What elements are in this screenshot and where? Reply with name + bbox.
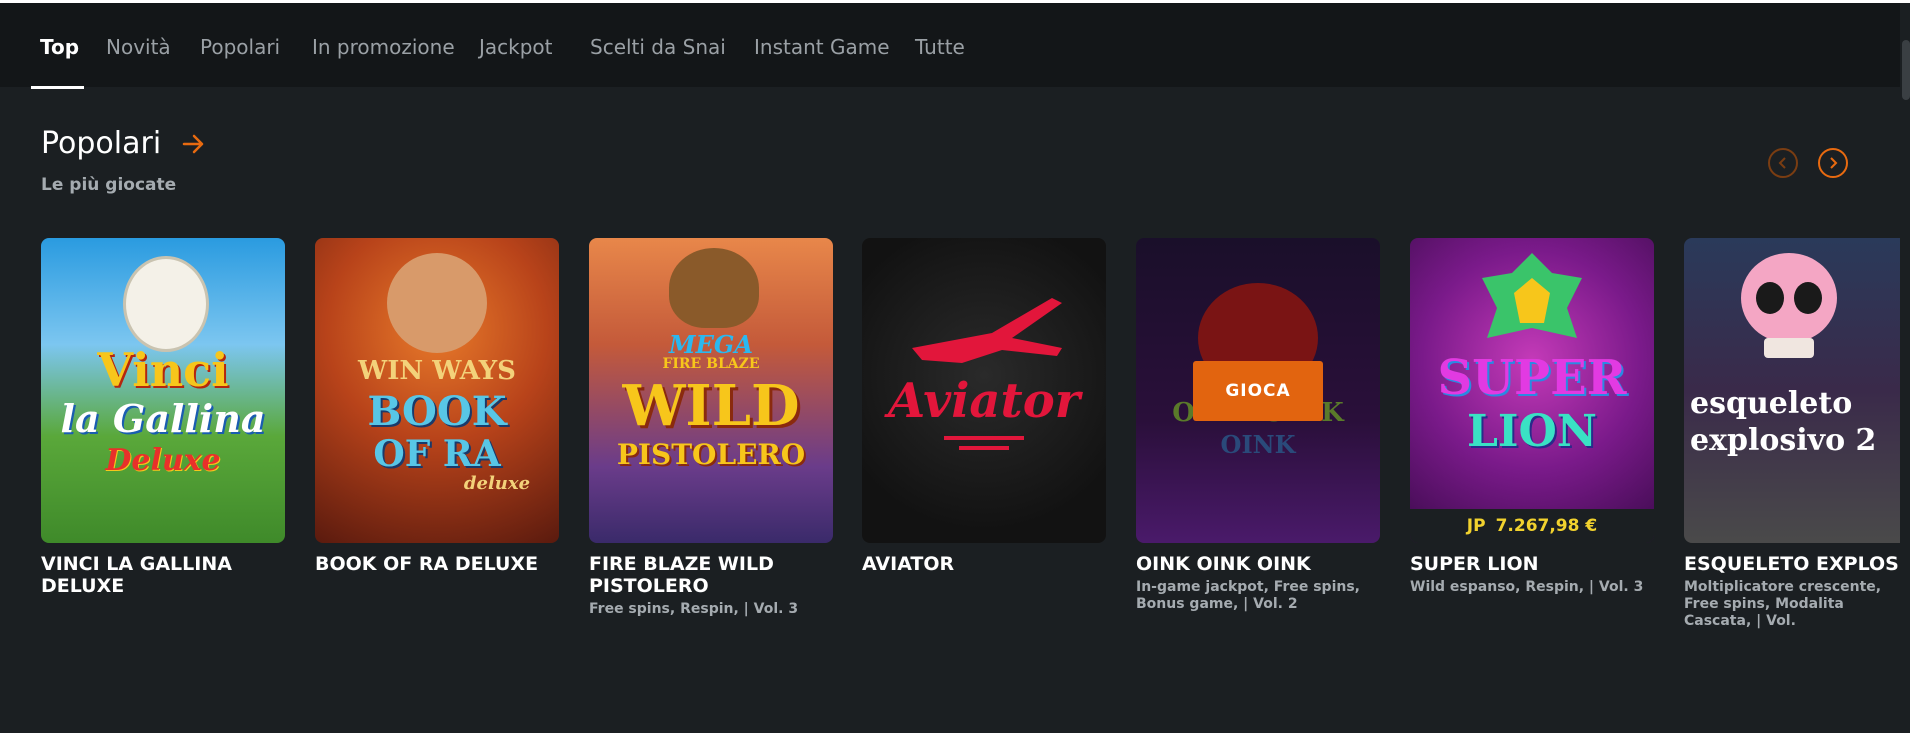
- jackpot-label: JP: [1466, 516, 1486, 536]
- tab-top[interactable]: Top: [40, 35, 79, 59]
- game-card[interactable]: esqueleto explosivo 2 ESQUELETO EXPLOSIV…: [1684, 238, 1900, 630]
- logo-line: BOOK: [367, 388, 507, 435]
- game-card[interactable]: WIN WAYS BOOK OF RA deluxe BOOK OF RA DE…: [315, 238, 559, 575]
- logo-line: LION: [1466, 406, 1598, 457]
- chevron-left-icon: [1778, 157, 1786, 169]
- game-title[interactable]: BOOK OF RA DELUXE: [315, 553, 559, 575]
- airplane-icon: [912, 298, 1062, 363]
- chicken-mascot-icon: [123, 256, 209, 352]
- game-card[interactable]: MEGA FIRE BLAZE WILD PISTOLERO FIRE BLAZ…: [589, 238, 833, 618]
- game-title[interactable]: ESQUELETO EXPLOSIVO: [1684, 553, 1900, 575]
- logo-line: Aviator: [888, 373, 1080, 429]
- arrow-right-icon[interactable]: [180, 130, 208, 158]
- carousel-next-button[interactable]: [1818, 148, 1848, 178]
- cowboy-hat-icon: [669, 248, 759, 328]
- jackpot-value: 7.267,98 €: [1495, 516, 1598, 536]
- game-thumbnail[interactable]: esqueleto explosivo 2: [1684, 238, 1900, 543]
- game-features: Moltiplicatore crescente, Free spins, Mo…: [1684, 579, 1882, 629]
- category-tabs: Top Novità Popolari In promozione Jackpo…: [0, 3, 1900, 89]
- section-title: Popolari: [41, 126, 162, 161]
- game-thumbnail[interactable]: SUPER LION JP 7.267,98 €: [1410, 238, 1654, 543]
- lion-head-icon: [1482, 253, 1582, 338]
- logo-line: WIN WAYS: [358, 356, 516, 386]
- tab-tutte[interactable]: Tutte: [915, 35, 965, 59]
- game-features: Free spins, Respin, | Vol. 3: [589, 601, 799, 617]
- game-card[interactable]: Aviator AVIATOR: [862, 238, 1106, 575]
- game-thumbnail[interactable]: OINK OINK OINK GIOCA: [1136, 238, 1380, 543]
- game-card[interactable]: Vinci la Gallina Deluxe VINCI LA GALLINA…: [41, 238, 285, 597]
- game-card[interactable]: OINK OINK OINK GIOCA OINK OINK OINK In-g…: [1136, 238, 1380, 613]
- logo-line: la Gallina: [60, 396, 266, 441]
- tab-novita[interactable]: Novità: [106, 35, 171, 59]
- game-title[interactable]: VINCI LA GALLINA DELUXE: [41, 553, 285, 597]
- logo-line: explosivo 2: [1690, 423, 1877, 458]
- tab-in-promozione[interactable]: In promozione: [312, 35, 455, 59]
- game-title[interactable]: OINK OINK OINK: [1136, 553, 1380, 575]
- active-tab-indicator: [31, 86, 84, 89]
- logo-line: FIRE BLAZE: [662, 356, 760, 372]
- skull-icon: [1741, 253, 1837, 358]
- game-title[interactable]: SUPER LION: [1410, 553, 1654, 575]
- jackpot-bar: JP 7.267,98 €: [1410, 509, 1654, 543]
- logo-line: SUPER: [1437, 350, 1627, 406]
- tab-instant-game[interactable]: Instant Game: [754, 35, 890, 59]
- logo-line: esqueleto: [1690, 386, 1853, 421]
- tab-popolari[interactable]: Popolari: [200, 35, 280, 59]
- tab-scelti-da-snai[interactable]: Scelti da Snai: [590, 35, 726, 59]
- explorer-portrait-icon: [387, 253, 487, 353]
- divider: [959, 446, 1009, 450]
- game-title[interactable]: AVIATOR: [862, 553, 1106, 575]
- chevron-right-icon: [1830, 157, 1838, 169]
- game-thumbnail[interactable]: WIN WAYS BOOK OF RA deluxe: [315, 238, 559, 543]
- logo-line: Deluxe: [105, 443, 221, 478]
- game-thumbnail[interactable]: Aviator: [862, 238, 1106, 543]
- logo-line: WILD: [622, 373, 800, 439]
- logo-line: Vinci: [97, 343, 229, 397]
- game-title[interactable]: FIRE BLAZE WILD PISTOLERO: [589, 553, 833, 597]
- game-features: In-game jackpot, Free spins, Bonus game,…: [1136, 579, 1360, 612]
- logo-line: PISTOLERO: [616, 438, 806, 471]
- game-thumbnail[interactable]: MEGA FIRE BLAZE WILD PISTOLERO: [589, 238, 833, 543]
- game-card[interactable]: SUPER LION JP 7.267,98 € SUPER LION Wild…: [1410, 238, 1654, 596]
- carousel-prev-button[interactable]: [1768, 148, 1798, 178]
- logo-line: deluxe: [463, 473, 531, 494]
- tab-jackpot[interactable]: Jackpot: [479, 35, 553, 59]
- logo-line: OINK: [1220, 430, 1296, 459]
- game-features: Wild espanso, Respin, | Vol. 3: [1410, 579, 1644, 595]
- game-thumbnail[interactable]: Vinci la Gallina Deluxe: [41, 238, 285, 543]
- play-button[interactable]: GIOCA: [1193, 361, 1323, 421]
- logo-line: MEGA: [669, 330, 753, 359]
- section-subtitle: Le più giocate: [41, 175, 177, 195]
- divider: [944, 436, 1024, 440]
- page-scrollbar[interactable]: [1902, 40, 1910, 100]
- logo-line: OF RA: [373, 433, 501, 475]
